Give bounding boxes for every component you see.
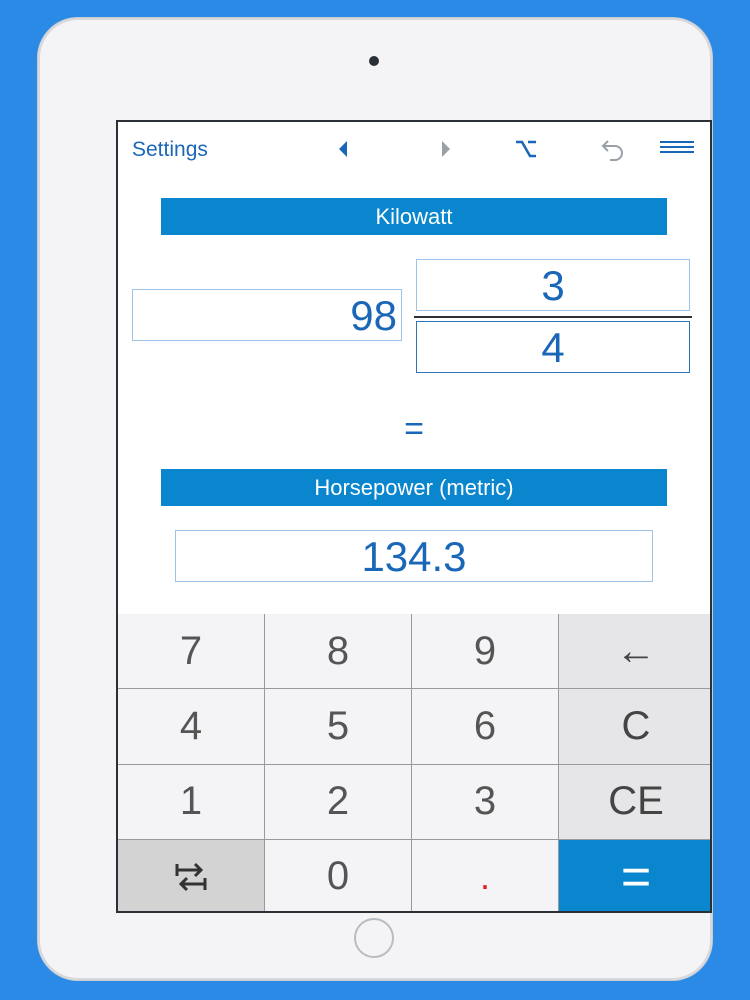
app-screen: Settings Kilowatt 98 3 4 = Horsepower (m… — [116, 120, 712, 913]
key-9[interactable]: 9 — [412, 614, 558, 689]
key-1[interactable]: 1 — [118, 764, 264, 839]
numerator-input[interactable]: 3 — [416, 259, 690, 311]
keypad: 7 8 9 ← 4 5 6 C 1 2 3 CE 0 . = — [118, 614, 710, 911]
option-icon[interactable] — [511, 134, 541, 164]
swap-icon — [175, 862, 207, 891]
swap-units-button[interactable] — [118, 839, 264, 911]
from-unit-selector[interactable]: Kilowatt — [161, 198, 667, 235]
whole-number-input[interactable]: 98 — [132, 289, 402, 341]
key-8[interactable]: 8 — [265, 614, 411, 689]
to-unit-selector[interactable]: Horsepower (metric) — [161, 469, 667, 506]
tablet-frame: Settings Kilowatt 98 3 4 = Horsepower (m… — [38, 18, 712, 980]
left-arrow-icon[interactable] — [328, 134, 358, 164]
menu-icon[interactable] — [659, 134, 695, 164]
undo-icon[interactable] — [598, 134, 628, 164]
key-4[interactable]: 4 — [118, 689, 264, 764]
home-button[interactable] — [354, 918, 394, 958]
decimal-key[interactable]: . — [412, 839, 558, 911]
settings-button[interactable]: Settings — [132, 138, 208, 162]
key-5[interactable]: 5 — [265, 689, 411, 764]
clear-key[interactable]: C — [559, 689, 710, 764]
fraction-line — [414, 316, 692, 318]
clear-entry-key[interactable]: CE — [559, 764, 710, 839]
key-3[interactable]: 3 — [412, 764, 558, 839]
toolbar: Settings — [118, 122, 710, 182]
denominator-input[interactable]: 4 — [416, 321, 690, 373]
key-2[interactable]: 2 — [265, 764, 411, 839]
key-6[interactable]: 6 — [412, 689, 558, 764]
right-arrow-icon[interactable] — [431, 134, 461, 164]
backspace-key[interactable]: ← — [559, 614, 710, 689]
key-7[interactable]: 7 — [118, 614, 264, 689]
equals-key[interactable]: = — [559, 839, 710, 911]
key-0[interactable]: 0 — [265, 839, 411, 911]
camera — [369, 56, 379, 66]
result-output: 134.3 — [175, 530, 653, 582]
equals-sign: = — [404, 410, 424, 448]
